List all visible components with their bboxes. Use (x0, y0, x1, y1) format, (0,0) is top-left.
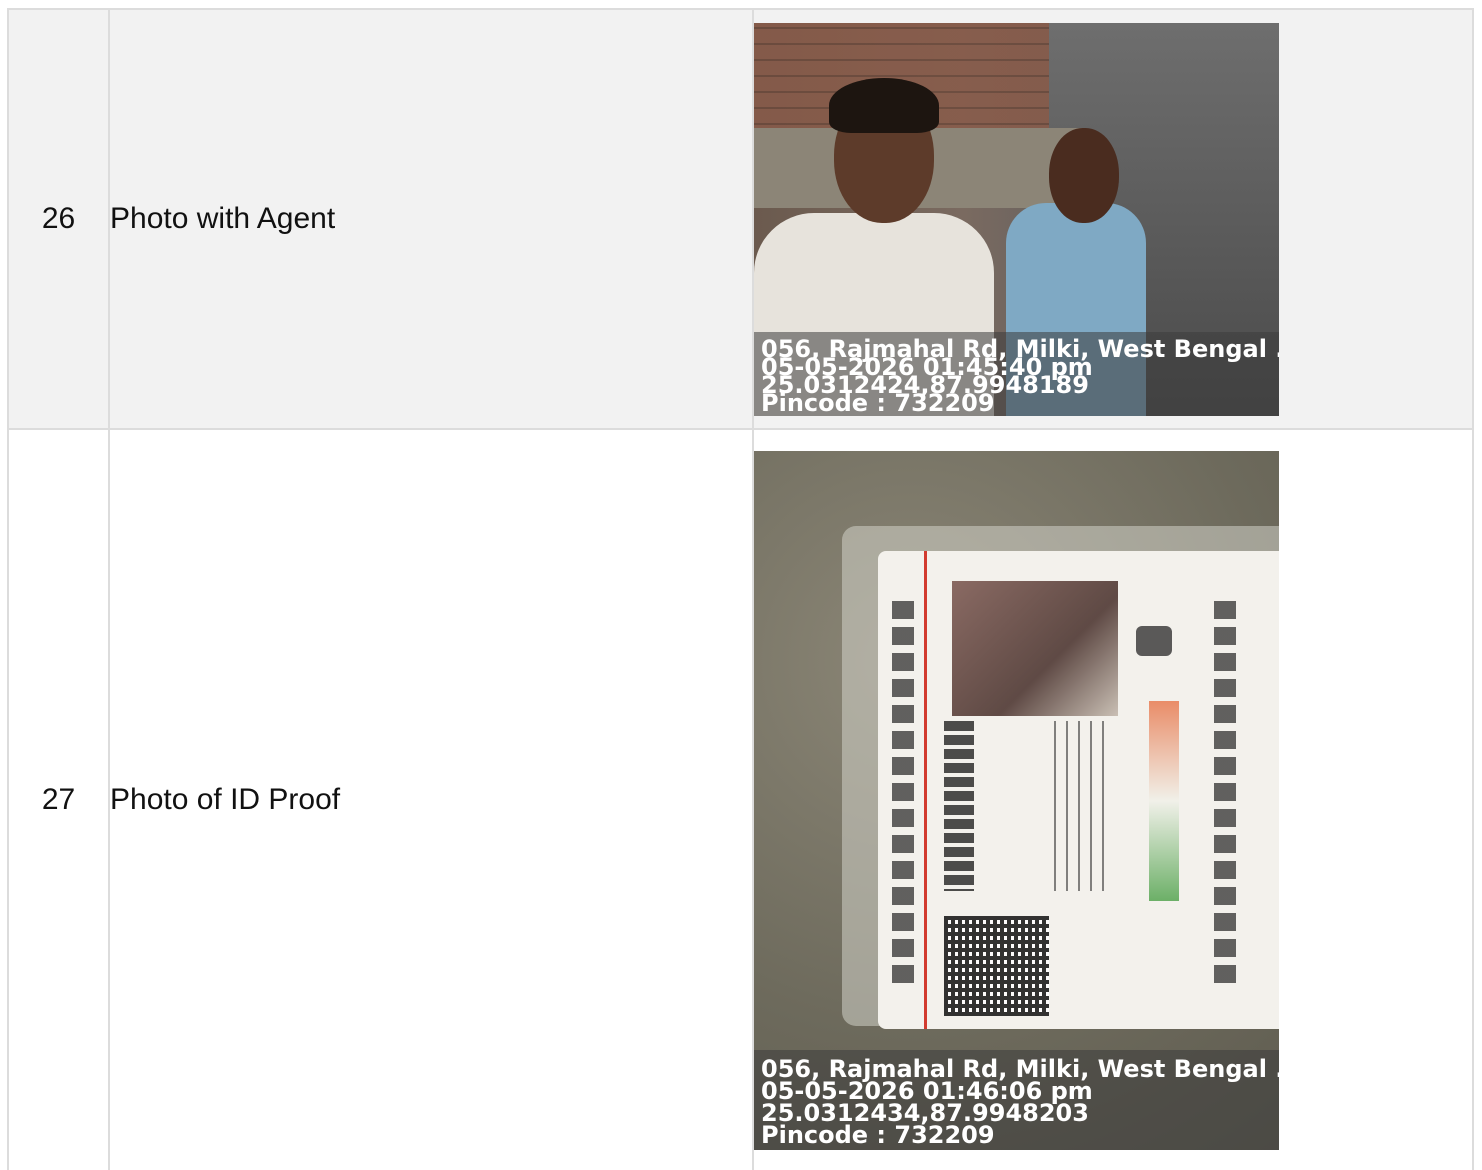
card-number-block (944, 720, 974, 891)
agent-hair (829, 77, 939, 133)
person-head (1049, 127, 1119, 223)
card-text-block (1214, 600, 1236, 991)
row-label: Photo with Agent (108, 8, 754, 430)
card-red-line (924, 550, 927, 1029)
photo-cell: 056, Rajmahal Rd, Milki, West Bengal ...… (752, 428, 1474, 1170)
card-tricolor (1149, 700, 1179, 901)
table-row: 27 Photo of ID Proof 056, Rajmahal Rd, M… (7, 428, 1474, 1170)
table-row: 26 Photo with Agent 056, Rajmahal Rd, Mi… (7, 8, 1474, 430)
photo-cell: 056, Rajmahal Rd, Milki, West Bengal ...… (752, 8, 1474, 430)
card-text-block (892, 600, 914, 991)
geo-stamp: 056, Rajmahal Rd, Milki, West Bengal ...… (754, 331, 1279, 416)
qr-code-icon (944, 915, 1049, 1016)
geo-stamp: 056, Rajmahal Rd, Milki, West Bengal ...… (754, 1049, 1279, 1150)
card-portrait (952, 580, 1118, 716)
row-number: 26 (7, 8, 110, 430)
id-proof-photo[interactable]: 056, Rajmahal Rd, Milki, West Bengal ...… (754, 450, 1279, 1150)
row-number: 27 (7, 428, 110, 1170)
row-label: Photo of ID Proof (108, 428, 754, 1170)
photo-table: 26 Photo with Agent 056, Rajmahal Rd, Mi… (7, 8, 1474, 1170)
emblem-icon (1136, 625, 1172, 656)
agent-photo[interactable]: 056, Rajmahal Rd, Milki, West Bengal ...… (754, 22, 1279, 416)
stamp-pincode: Pincode : 732209 (761, 1120, 995, 1149)
card-details-block (1054, 720, 1114, 891)
